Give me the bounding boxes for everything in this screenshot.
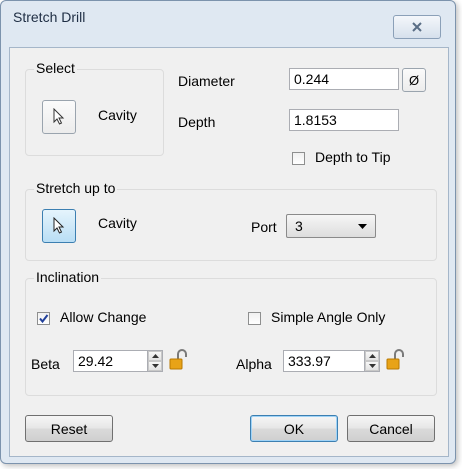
allow-change-checkbox[interactable] <box>37 312 50 325</box>
port-value: 3 <box>295 218 303 234</box>
port-label: Port <box>251 219 277 235</box>
beta-label: Beta <box>31 356 60 372</box>
port-dropdown[interactable]: 3 <box>286 214 376 238</box>
alpha-spinner[interactable] <box>364 350 380 372</box>
close-button[interactable] <box>393 15 441 39</box>
depth-to-tip-checkbox[interactable] <box>292 152 305 165</box>
alpha-label: Alpha <box>236 356 272 372</box>
arrow-up-icon <box>369 354 376 358</box>
inclination-group: Inclination Allow Change Simple Angle On… <box>25 269 437 396</box>
diameter-symbol-button[interactable]: Ø <box>402 68 426 92</box>
unlocked-padlock-icon[interactable] <box>168 349 188 371</box>
alpha-spin-down[interactable] <box>365 361 379 371</box>
beta-input[interactable] <box>73 350 148 372</box>
stretch-drill-dialog: Stretch Drill Select Cavity Diameter Ø D… <box>0 0 456 464</box>
cancel-button[interactable]: Cancel <box>347 415 435 442</box>
pointer-icon <box>53 217 65 234</box>
select-group-label: Select <box>34 60 77 76</box>
arrow-down-icon <box>369 364 376 368</box>
unlocked-padlock-icon[interactable] <box>385 349 405 371</box>
simple-angle-only-checkbox[interactable] <box>248 312 261 325</box>
depth-to-tip-label: Depth to Tip <box>315 149 391 165</box>
select-group: Select Cavity <box>25 60 164 156</box>
dialog-title: Stretch Drill <box>13 9 86 25</box>
stretch-cavity-button[interactable] <box>42 209 76 243</box>
depth-label: Depth <box>178 114 216 130</box>
allow-change-label: Allow Change <box>60 309 147 325</box>
reset-button[interactable]: Reset <box>25 415 113 442</box>
stretch-up-to-group: Stretch up to Cavity Port 3 <box>25 180 437 261</box>
pointer-icon <box>53 108 65 125</box>
select-target-label: Cavity <box>98 107 137 123</box>
beta-spin-down[interactable] <box>148 361 162 371</box>
checkmark-icon <box>39 314 49 324</box>
depth-input[interactable] <box>289 109 399 131</box>
title-bar: Stretch Drill <box>1 1 455 39</box>
select-cavity-button[interactable] <box>42 100 76 134</box>
simple-angle-only-label: Simple Angle Only <box>271 309 386 325</box>
stretch-group-label: Stretch up to <box>34 180 118 196</box>
beta-spinner[interactable] <box>147 350 163 372</box>
arrow-up-icon <box>152 354 159 358</box>
inclination-group-label: Inclination <box>34 269 102 285</box>
close-icon <box>412 22 422 32</box>
beta-spin-up[interactable] <box>148 351 162 361</box>
alpha-input[interactable] <box>283 350 365 372</box>
diameter-label: Diameter <box>178 73 235 89</box>
alpha-spin-up[interactable] <box>365 351 379 361</box>
diameter-input[interactable] <box>289 68 399 90</box>
chevron-down-icon <box>358 224 367 229</box>
ok-button[interactable]: OK <box>250 415 338 442</box>
arrow-down-icon <box>152 364 159 368</box>
stretch-target-label: Cavity <box>98 215 137 231</box>
dialog-body: Select Cavity Diameter Ø Depth Depth to … <box>9 47 449 457</box>
